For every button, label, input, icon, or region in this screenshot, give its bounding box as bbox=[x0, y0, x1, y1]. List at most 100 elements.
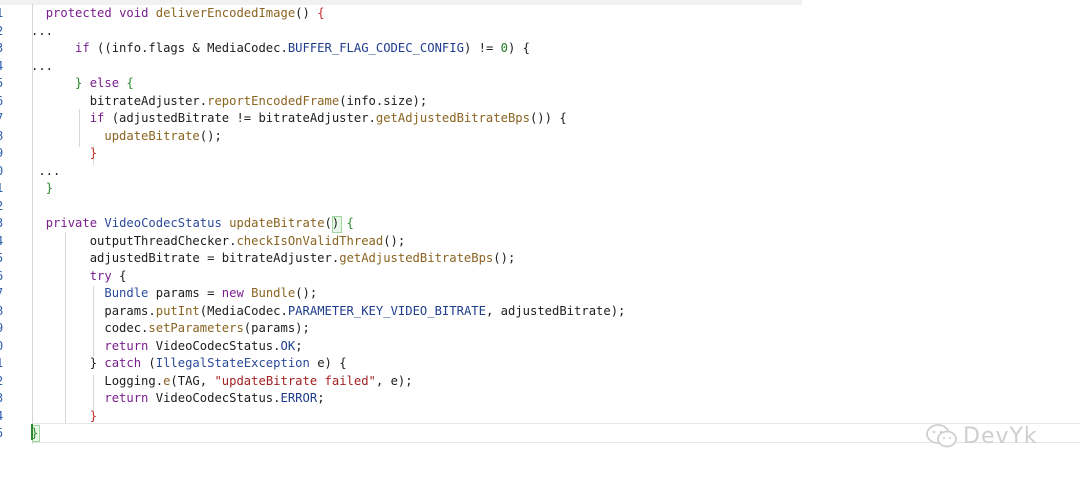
code-token: } bbox=[31, 426, 39, 440]
code-token: IllegalStateException bbox=[155, 356, 318, 370]
code-line[interactable]: adjustedBitrate = bitrateAdjuster.getAdj… bbox=[31, 250, 516, 268]
code-token: OK bbox=[280, 338, 296, 353]
code-token: } bbox=[75, 76, 90, 90]
code-token: reportEncodedFrame bbox=[207, 93, 340, 108]
code-token: ((info.flags & MediaCodec. bbox=[97, 41, 288, 55]
code-line[interactable]: } bbox=[31, 408, 97, 426]
code-line[interactable]: if ((info.flags & MediaCodec.BUFFER_FLAG… bbox=[31, 40, 530, 58]
code-token: (MediaCodec. bbox=[199, 303, 288, 318]
code-line[interactable]: private VideoCodecStatus updateBitrate()… bbox=[31, 215, 354, 233]
code-token: getAdjustedBitrateBps bbox=[339, 251, 494, 265]
code-token: ... bbox=[31, 163, 61, 178]
line-number: 7 bbox=[0, 285, 10, 303]
code-token: updateBitrate bbox=[229, 216, 325, 230]
code-token: Bundle bbox=[104, 286, 156, 300]
code-token: VideoCodecStatus. bbox=[155, 391, 281, 405]
code-token: { bbox=[317, 6, 325, 20]
code-token: putInt bbox=[155, 303, 200, 318]
code-editor[interactable]: 1234567890123456789012345 protected void… bbox=[0, 4, 1080, 444]
code-line[interactable]: params.putInt(MediaCodec.PARAMETER_KEY_V… bbox=[31, 303, 625, 321]
code-token: ) { bbox=[507, 41, 530, 55]
code-token: (); bbox=[383, 233, 406, 248]
code-token: PARAMETER_KEY_VIDEO_BITRATE bbox=[287, 303, 486, 318]
line-number: 5 bbox=[0, 75, 10, 93]
line-number: 4 bbox=[0, 408, 10, 426]
code-line[interactable]: Logging.e(TAG, "updateBitrate failed", e… bbox=[31, 373, 413, 391]
line-number: 2 bbox=[0, 373, 10, 391]
code-token: adjustedBitrate = bitrateAdjuster. bbox=[31, 251, 340, 265]
line-number: 6 bbox=[0, 93, 10, 111]
code-line[interactable]: return VideoCodecStatus.OK; bbox=[31, 338, 302, 356]
code-token: } bbox=[45, 181, 54, 195]
wechat-icon bbox=[926, 424, 957, 448]
code-line[interactable]: outputThreadChecker.checkIsOnValidThread… bbox=[31, 233, 406, 251]
line-number: 8 bbox=[0, 128, 10, 146]
line-number: 4 bbox=[0, 58, 10, 76]
code-line[interactable]: } bbox=[31, 145, 97, 163]
code-token: (); bbox=[199, 128, 222, 143]
watermark-text: DevYk bbox=[963, 423, 1038, 449]
code-line[interactable]: protected void deliverEncodedImage() { bbox=[31, 5, 325, 23]
code-token: e) { bbox=[317, 356, 347, 370]
code-token: params. bbox=[31, 303, 156, 318]
code-line[interactable]: if (adjustedBitrate != bitrateAdjuster.g… bbox=[31, 110, 567, 128]
code-token: private bbox=[45, 216, 105, 230]
code-line[interactable]: codec.setParameters(params); bbox=[31, 320, 309, 338]
code-line[interactable]: try { bbox=[31, 268, 127, 286]
code-token: setParameters bbox=[148, 321, 244, 335]
code-token: () bbox=[295, 6, 318, 20]
line-number-gutter: 1234567890123456789012345 bbox=[0, 4, 22, 444]
code-token: { bbox=[346, 216, 354, 230]
code-token: (TAG, bbox=[170, 373, 215, 388]
code-token: ... bbox=[31, 58, 54, 73]
code-token: bitrateAdjuster. bbox=[31, 93, 208, 108]
line-number: 1 bbox=[0, 180, 10, 198]
line-number: 1 bbox=[0, 5, 10, 23]
code-token: "updateBitrate failed" bbox=[214, 373, 376, 388]
line-number: 0 bbox=[0, 163, 10, 181]
code-line[interactable]: ... bbox=[31, 23, 53, 41]
code-line[interactable]: } bbox=[31, 180, 53, 198]
code-token: Bundle bbox=[251, 286, 296, 300]
line-number: 2 bbox=[0, 23, 10, 41]
code-line[interactable]: ... bbox=[31, 163, 60, 181]
code-token: , e); bbox=[375, 373, 413, 388]
code-line[interactable]: ... bbox=[31, 58, 53, 76]
code-line[interactable]: return VideoCodecStatus.ERROR; bbox=[31, 390, 324, 408]
code-token: (info.size); bbox=[339, 93, 428, 108]
code-token: if bbox=[75, 41, 98, 55]
code-token: (); bbox=[493, 251, 516, 265]
code-token: ()) { bbox=[529, 111, 567, 125]
code-token: new bbox=[221, 286, 252, 300]
code-token: outputThreadChecker. bbox=[31, 233, 237, 248]
code-token: checkIsOnValidThread bbox=[236, 233, 384, 248]
code-token: , adjustedBitrate); bbox=[485, 303, 626, 318]
line-number: 3 bbox=[0, 390, 10, 408]
code-token: { bbox=[119, 268, 127, 283]
code-token: return bbox=[104, 391, 156, 405]
code-token: 0 bbox=[500, 41, 508, 55]
code-token: Logging. bbox=[31, 373, 164, 388]
code-line[interactable]: } bbox=[31, 425, 38, 443]
code-token: ERROR bbox=[280, 391, 318, 405]
code-token: ) != bbox=[463, 41, 501, 55]
code-token: updateBitrate bbox=[104, 128, 200, 143]
watermark: DevYk bbox=[925, 421, 1038, 451]
code-line[interactable]: } else { bbox=[31, 75, 134, 93]
code-line[interactable]: Bundle params = new Bundle(); bbox=[31, 285, 317, 303]
code-token: if bbox=[89, 111, 112, 125]
current-line-highlight bbox=[33, 423, 1080, 443]
code-line[interactable]: updateBitrate(); bbox=[31, 128, 222, 146]
code-line[interactable]: } catch (IllegalStateException e) { bbox=[31, 355, 347, 373]
code-token: deliverEncodedImage bbox=[155, 6, 296, 20]
line-number: 0 bbox=[0, 338, 10, 356]
code-line[interactable]: bitrateAdjuster.reportEncodedFrame(info.… bbox=[31, 93, 428, 111]
line-number: 9 bbox=[0, 145, 10, 163]
